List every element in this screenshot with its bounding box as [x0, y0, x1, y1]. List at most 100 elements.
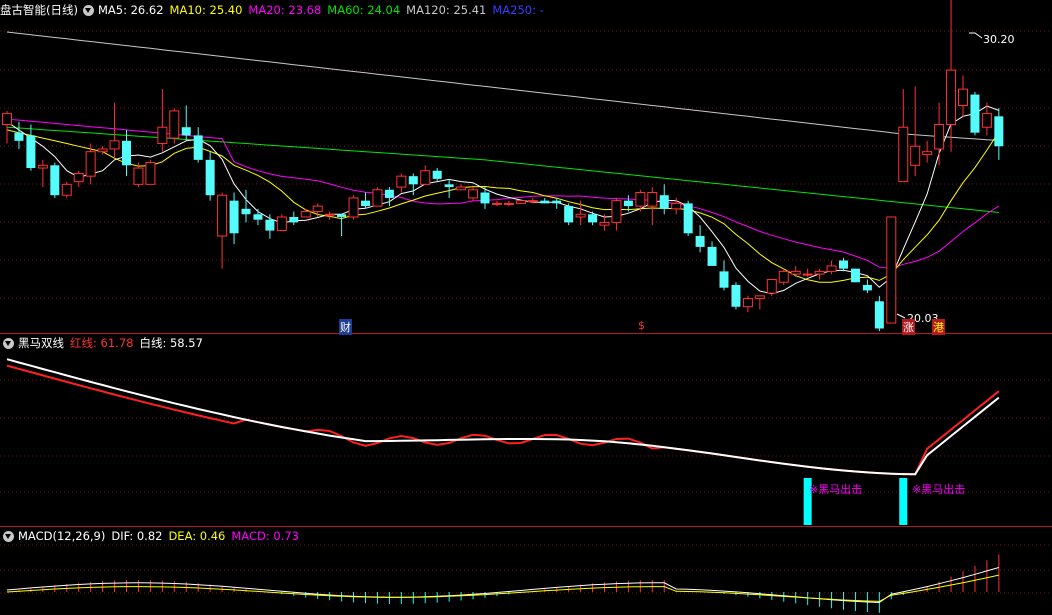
candle-body-down — [659, 195, 669, 209]
candle-body-up — [946, 69, 957, 125]
candle-body-up — [934, 123, 945, 150]
candle-body-down — [193, 135, 203, 160]
candle-body-up — [468, 189, 479, 199]
candle-body-down — [839, 260, 848, 269]
candle-body-up — [420, 170, 431, 185]
candle-body-down — [707, 246, 717, 266]
candle-body-down — [14, 132, 24, 141]
event-marker-finance[interactable]: 财 — [339, 319, 352, 335]
candle-body-down — [850, 268, 860, 283]
candle-body-up — [515, 200, 526, 204]
dif-value: DIF: 0.82 — [111, 529, 163, 543]
candle-body-up — [790, 270, 801, 275]
candle-body-down — [122, 140, 131, 166]
candle-body-up — [671, 202, 682, 210]
macd-grid — [0, 544, 1052, 594]
candlestick-series — [2, 0, 1004, 332]
low-pointer — [896, 313, 906, 319]
candle-body-down — [683, 203, 693, 234]
candle-body-down — [229, 200, 239, 234]
candle-body-down — [623, 200, 633, 207]
candle-body-down — [265, 219, 275, 231]
candle-body-up — [503, 202, 514, 205]
heima-grid — [0, 379, 1052, 493]
heima-signal-label-1: ※黑马出击 — [809, 483, 863, 496]
high-pointer — [969, 32, 983, 39]
candle-body-up — [372, 189, 383, 207]
candle-body-up — [276, 216, 287, 232]
candle-body-up — [886, 216, 897, 324]
candle-body-down — [205, 159, 215, 196]
event-marker-hk[interactable]: 港 — [932, 319, 945, 335]
ma120-line — [6, 31, 999, 141]
ma250-value: MA250: - — [492, 3, 544, 17]
ma60-value: MA60: 24.04 — [327, 3, 401, 17]
candle-body-up — [348, 197, 359, 218]
heima-red-line — [6, 364, 1000, 476]
macd-title[interactable]: MACD(12,26,9) — [18, 529, 105, 543]
ma20-value: MA20: 23.68 — [248, 3, 322, 17]
main-panel-header: 盘古智能(日线) MA5: 26.62 MA10: 25.40 MA20: 23… — [0, 1, 550, 19]
red-line-value: 红线: 61.78 — [70, 336, 134, 350]
candle-body-down — [480, 192, 490, 204]
candle-body-up — [922, 151, 933, 155]
dif-line — [6, 567, 999, 604]
candle-body-down — [26, 135, 36, 169]
event-marker-limit-up[interactable]: 涨 — [902, 319, 915, 335]
dropdown-icon[interactable] — [82, 4, 94, 16]
candle-body-down — [564, 206, 574, 223]
candle-body-up — [635, 191, 646, 207]
candle-body-down — [719, 271, 729, 288]
candle-body-up — [611, 200, 622, 223]
candle-body-down — [994, 116, 1004, 147]
ma10-value: MA10: 25.40 — [169, 3, 243, 17]
candle-body-up — [754, 295, 765, 300]
candle-body-up — [898, 126, 909, 183]
dropdown-icon[interactable] — [3, 337, 14, 349]
dropdown-icon[interactable] — [3, 530, 14, 542]
candle-body-down — [253, 214, 263, 220]
candle-body-down — [695, 236, 705, 247]
candle-body-up — [981, 113, 992, 128]
ma60-line — [6, 126, 999, 213]
candle-body-up — [742, 298, 753, 308]
candle-body-up — [910, 145, 921, 166]
candle-body-up — [2, 113, 12, 125]
stock-title[interactable]: 盘古智能(日线) — [0, 2, 78, 18]
candle-body-up — [97, 148, 108, 153]
candle-body-up — [826, 265, 837, 272]
white-line-value: 白线: 58.57 — [139, 336, 203, 350]
heima-white-line — [6, 358, 1000, 476]
candle-body-up — [109, 140, 120, 150]
candle-body-down — [540, 200, 550, 204]
macd-histogram — [18, 554, 1000, 613]
candle-body-up — [169, 110, 180, 139]
candle-body-down — [241, 208, 251, 215]
candle-body-up — [324, 213, 335, 216]
candle-body-down — [384, 189, 394, 198]
ma10-line — [6, 129, 1000, 283]
candle-body-down — [289, 216, 299, 223]
ma5-value: MA5: 26.62 — [97, 3, 164, 17]
stock-chart-canvas[interactable] — [0, 0, 1052, 615]
ma20-line — [6, 118, 1000, 269]
candle-body-up — [766, 279, 777, 294]
candle-body-down — [408, 176, 418, 185]
candle-body-up — [958, 88, 968, 106]
candle-body-up — [300, 211, 311, 218]
candle-body-down — [862, 284, 872, 291]
macd-panel-header: MACD(12,26,9) DIF: 0.82 DEA: 0.46 MACD: … — [0, 527, 305, 545]
dea-line — [6, 574, 999, 602]
moving-average-lines — [6, 31, 1000, 295]
event-marker-dollar[interactable]: $ — [638, 319, 645, 332]
candle-body-down — [361, 200, 370, 207]
candle-body-down — [874, 301, 884, 329]
candle-body-up — [217, 194, 228, 237]
candle-body-up — [73, 172, 84, 183]
candle-body-up — [133, 167, 144, 185]
candle-body-down — [337, 214, 347, 217]
heima-title[interactable]: 黑马双线 — [18, 335, 64, 351]
candle-body-down — [432, 170, 442, 179]
candle-body-up — [456, 186, 467, 191]
ma5-line — [6, 105, 999, 295]
